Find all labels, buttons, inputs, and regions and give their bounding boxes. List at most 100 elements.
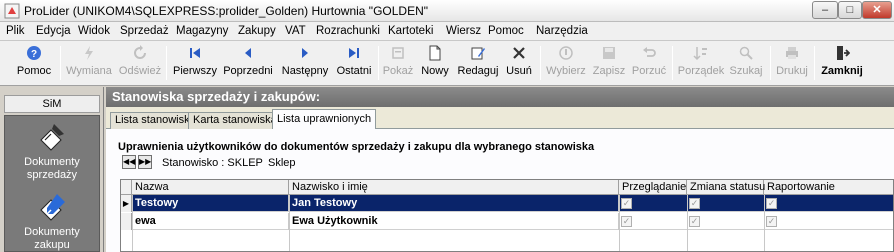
show-icon: [392, 47, 404, 59]
pierwszy-button[interactable]: Pierwszy: [172, 45, 218, 83]
svg-text:?: ?: [31, 49, 37, 60]
previous-record-icon: [245, 48, 251, 58]
poprzedni-button[interactable]: Poprzedni: [222, 45, 274, 83]
table-row[interactable]: ▶ Testowy Jan Testowy ✓ ✓ ✓: [121, 195, 893, 212]
ostatni-button[interactable]: Ostatni: [334, 45, 374, 83]
table-row[interactable]: ewa Ewa Użytkownik ✓ ✓ ✓: [121, 213, 893, 230]
drukuj-button[interactable]: Drukuj: [774, 45, 810, 83]
stanowisko-label: Stanowisko : SKLEP: [162, 157, 263, 169]
porzadek-button[interactable]: Porządek: [676, 45, 726, 83]
app-icon: [4, 3, 20, 19]
next-record-icon: [302, 48, 308, 58]
menu-kartoteki[interactable]: Kartoteki: [388, 25, 433, 37]
cell-nazwa: ewa: [132, 213, 289, 230]
toolbar-separator: [166, 46, 167, 80]
row-indicator-icon: [121, 213, 132, 230]
grid-column-line: [764, 195, 765, 251]
sort-icon: [693, 47, 707, 61]
edit-icon: [471, 47, 485, 60]
cell-nazwisko: Jan Testowy: [289, 195, 619, 212]
menu-rozrachunki[interactable]: Rozrachunki: [316, 25, 380, 37]
toolbar-separator: [770, 46, 771, 80]
pokaz-button[interactable]: Pokaż: [382, 45, 414, 83]
close-window-button[interactable]: ✕: [862, 1, 892, 19]
menu-pomoc[interactable]: Pomoc: [488, 25, 524, 37]
tab-content: Uprawnienia użytkowników do dokumentów s…: [106, 129, 894, 252]
menu-vat[interactable]: VAT: [285, 25, 306, 37]
menu-widok[interactable]: Widok: [78, 25, 110, 37]
cell-nazwa: Testowy: [132, 195, 289, 212]
checkbox-zmiana-statusu[interactable]: ✓: [689, 198, 700, 209]
menu-narzedzia[interactable]: Narzędzia: [536, 25, 588, 37]
column-header-nazwisko[interactable]: Nazwisko i imię: [289, 180, 619, 195]
grid-column-line: [132, 195, 133, 251]
sidebar-item-dokumenty-sprzedazy[interactable]: Dokumenty sprzedaży: [5, 122, 99, 182]
pomoc-button[interactable]: ? Pomoc: [14, 45, 54, 83]
grid-indicator-header: [121, 180, 132, 195]
grid-header: Nazwa Nazwisko i imię Przeglądanie Zmian…: [121, 180, 893, 195]
menu-bar: Plik Edycja Widok Sprzedaż Magazyny Zaku…: [0, 22, 894, 41]
toolbar-separator: [672, 46, 673, 80]
checkbox-zmiana-statusu[interactable]: ✓: [689, 216, 700, 227]
tab-lista-uprawnionych[interactable]: Lista uprawnionych: [272, 109, 377, 130]
sidebar-item-dokumenty-zakupu[interactable]: Dokumenty zakupu: [5, 192, 99, 252]
checkbox-przegladanie[interactable]: ✓: [621, 216, 632, 227]
column-header-raportowanie[interactable]: Raportowanie: [764, 180, 893, 195]
delete-icon: [513, 47, 525, 59]
grid-column-line: [619, 195, 620, 251]
permissions-grid: Nazwa Nazwisko i imię Przeglądanie Zmian…: [120, 179, 894, 252]
sidebar-item-label: Dokumenty sprzedaży: [24, 156, 80, 181]
sidebar-tab-sim[interactable]: SiM: [4, 95, 100, 113]
window-title: ProLider (UNIKOM4\SQLEXPRESS:prolider_Go…: [24, 4, 429, 18]
menu-plik[interactable]: Plik: [6, 25, 25, 37]
column-header-przegladanie[interactable]: Przeglądanie: [619, 180, 687, 195]
grid-column-line: [289, 195, 290, 251]
stanowisko-name: Sklep: [268, 157, 296, 169]
nastepny-button[interactable]: Następny: [280, 45, 330, 83]
tab-strip: Lista stanowisk Karta stanowiska Lista u…: [106, 109, 894, 130]
menu-sprzedaz[interactable]: Sprzedaż: [120, 25, 169, 37]
tab-lista-stanowisk[interactable]: Lista stanowisk: [110, 112, 195, 129]
column-header-nazwa[interactable]: Nazwa: [132, 180, 289, 195]
navigator-previous-button[interactable]: ◀◀: [122, 155, 136, 169]
checkbox-przegladanie[interactable]: ✓: [621, 198, 632, 209]
nowy-button[interactable]: Nowy: [418, 45, 452, 83]
grid-column-line: [687, 195, 688, 251]
zapisz-button[interactable]: Zapisz: [590, 45, 628, 83]
left-navigation-panel: SiM Dokumenty sprzedaży Dokumenty zakupu: [0, 87, 104, 252]
help-icon: ?: [27, 46, 41, 60]
zamknij-button[interactable]: Zamknij: [818, 45, 866, 83]
sidebar-item-label: Dokumenty zakupu: [24, 226, 80, 251]
porzuc-button[interactable]: Porzuć: [630, 45, 668, 83]
main-panel: Stanowiska sprzedaży i zakupów: Lista st…: [106, 87, 894, 252]
menu-zakupy[interactable]: Zakupy: [238, 25, 276, 37]
menu-wiersz[interactable]: Wiersz: [446, 25, 481, 37]
first-record-icon: [190, 48, 200, 58]
purchase-documents-icon: [40, 194, 65, 221]
szukaj-button[interactable]: Szukaj: [728, 45, 764, 83]
section-title: Uprawnienia użytkowników do dokumentów s…: [118, 141, 595, 153]
menu-edycja[interactable]: Edycja: [36, 25, 71, 37]
odswiez-button[interactable]: Odśwież: [118, 45, 162, 83]
minimize-button[interactable]: –: [812, 1, 838, 19]
tab-karta-stanowiska[interactable]: Karta stanowiska: [188, 112, 282, 129]
column-header-zmiana-statusu[interactable]: Zmiana statusu: [687, 180, 765, 195]
usun-button[interactable]: Usuń: [504, 45, 534, 83]
exchange-icon: [85, 46, 93, 60]
wymiana-button[interactable]: Wymiana: [64, 45, 114, 83]
refresh-icon: [134, 45, 146, 59]
last-record-icon: [349, 48, 359, 58]
sales-documents-icon: [40, 124, 64, 151]
undo-icon: [643, 47, 656, 57]
toolbar-separator: [60, 46, 61, 80]
redaguj-button[interactable]: Redaguj: [456, 45, 500, 83]
save-icon: [603, 47, 615, 59]
navigator-next-button[interactable]: ▶▶: [138, 155, 152, 169]
toolbar-separator: [814, 46, 815, 80]
checkbox-raportowanie[interactable]: ✓: [766, 198, 777, 209]
checkbox-raportowanie[interactable]: ✓: [766, 216, 777, 227]
wybierz-button[interactable]: Wybierz: [544, 45, 588, 83]
maximize-button[interactable]: □: [838, 1, 862, 19]
menu-magazyny[interactable]: Magazyny: [176, 25, 228, 37]
select-icon: [559, 46, 573, 60]
